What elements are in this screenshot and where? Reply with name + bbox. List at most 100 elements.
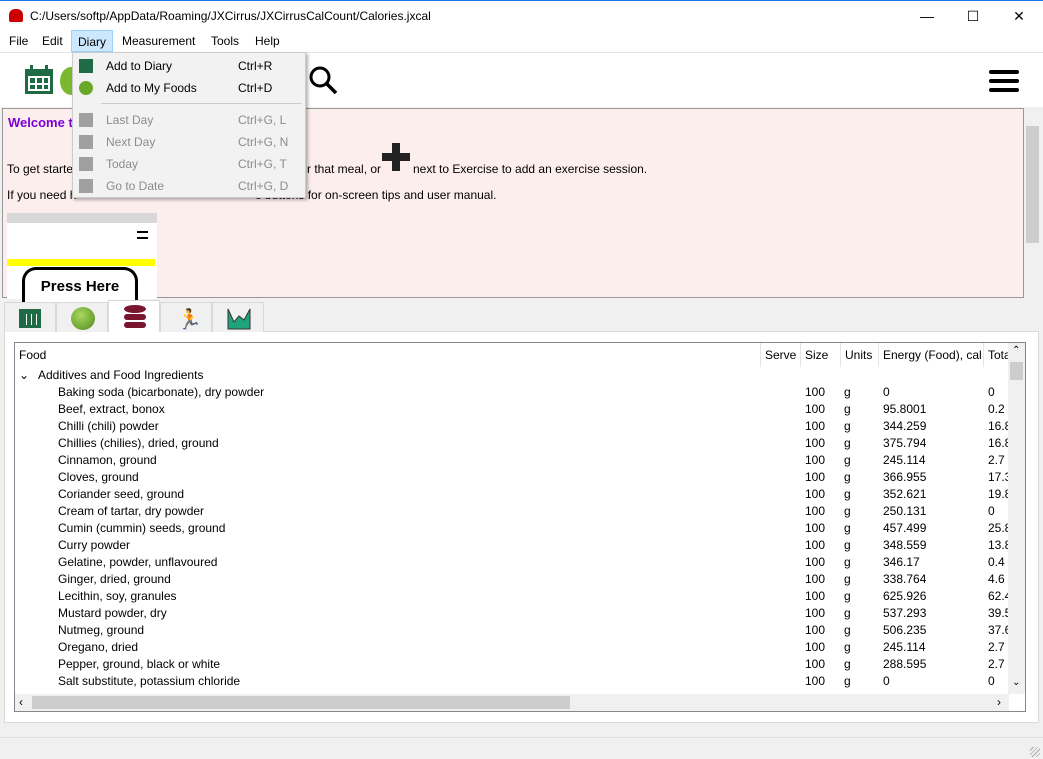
resize-grip-icon[interactable] bbox=[1030, 747, 1040, 757]
scroll-up-icon[interactable]: ⌃ bbox=[1012, 345, 1020, 356]
database-icon bbox=[124, 305, 146, 328]
cell-food-name: Salt substitute, potassium chloride bbox=[58, 674, 241, 688]
welcome-heading: Welcome t bbox=[8, 115, 73, 130]
app-icon bbox=[9, 9, 23, 22]
cell-energy: 344.259 bbox=[883, 419, 927, 433]
calendar-icon[interactable] bbox=[24, 65, 54, 95]
column-header-units[interactable]: Units bbox=[841, 343, 879, 367]
minimize-button[interactable]: — bbox=[904, 1, 950, 31]
calendar-icon bbox=[79, 157, 93, 171]
cell-energy: 0 bbox=[883, 385, 890, 399]
table-row[interactable]: Beef, extract, bonox 100 g 95.8001 0.2 bbox=[15, 401, 1009, 418]
tab-exercise[interactable]: 🏃 bbox=[160, 302, 212, 332]
column-header-serve[interactable]: Serve bbox=[761, 343, 801, 367]
tab-food-database[interactable] bbox=[108, 300, 160, 332]
cell-total: 0 bbox=[988, 385, 995, 399]
column-header-food[interactable]: Food bbox=[15, 343, 761, 367]
table-row[interactable]: Lecithin, soy, granules 100 g 625.926 62.4 bbox=[15, 588, 1011, 605]
cell-energy: 288.595 bbox=[883, 657, 927, 671]
cell-size: 100 bbox=[805, 674, 826, 688]
menu-help[interactable]: Help bbox=[249, 30, 286, 52]
table-row[interactable]: Pepper, ground, black or white 100 g 288.59… bbox=[15, 656, 1009, 673]
menu-item-last-day[interactable]: Last Day Ctrl+G, L bbox=[73, 109, 305, 131]
menu-item-next-day[interactable]: Next Day Ctrl+G, N bbox=[73, 131, 305, 153]
cell-size: 100 bbox=[805, 623, 826, 637]
scrollbar-thumb[interactable] bbox=[32, 696, 570, 709]
scroll-down-icon[interactable]: ⌄ bbox=[1012, 677, 1020, 688]
maximize-button[interactable]: ☐ bbox=[950, 1, 996, 31]
vertical-scrollbar[interactable]: ⌃ ⌄ bbox=[1008, 343, 1025, 694]
welcome-text: To get starte bbox=[7, 162, 74, 176]
cell-food-name: Nutmeg, ground bbox=[58, 623, 145, 637]
table-row[interactable]: Chillies (chilies), dried, ground 100 g 375… bbox=[15, 435, 1011, 452]
search-icon[interactable] bbox=[308, 65, 338, 95]
cell-units: g bbox=[844, 657, 851, 671]
column-header-size[interactable]: Size bbox=[801, 343, 841, 367]
menu-bar: File Edit Diary Measurement Tools Help bbox=[0, 30, 1043, 52]
table-row[interactable]: Cream of tartar, dry powder 100 g 250.131 0 bbox=[15, 503, 1009, 520]
table-row[interactable]: Curry powder 100 g 348.559 13.8 bbox=[15, 537, 1011, 554]
table-row[interactable]: Ginger, dried, ground 100 g 338.764 4.6 bbox=[15, 571, 1009, 588]
calendar-icon bbox=[79, 135, 93, 149]
cell-energy: 346.17 bbox=[883, 555, 920, 569]
table-row[interactable]: Nutmeg, ground 100 g 506.235 37.6 bbox=[15, 622, 1011, 639]
menu-item-go-to-date[interactable]: Go to Date Ctrl+G, D bbox=[73, 175, 305, 197]
cell-units: g bbox=[844, 470, 851, 484]
tab-my-foods[interactable] bbox=[56, 302, 108, 332]
cell-size: 100 bbox=[805, 606, 826, 620]
cell-size: 100 bbox=[805, 385, 826, 399]
apple-icon bbox=[71, 307, 95, 330]
calendar-icon bbox=[79, 59, 93, 73]
table-row[interactable]: Oregano, dried 100 g 245.114 2.7 bbox=[15, 639, 1009, 656]
welcome-scrollbar[interactable] bbox=[1024, 108, 1041, 298]
horizontal-scrollbar[interactable]: ‹ › bbox=[15, 694, 1009, 711]
scroll-right-icon[interactable]: › bbox=[997, 695, 1001, 709]
cell-total: 2.7 bbox=[988, 640, 1005, 654]
plus-icon bbox=[382, 143, 410, 171]
hamburger-menu-icon[interactable] bbox=[989, 70, 1019, 92]
table-row[interactable]: Baking soda (bicarbonate), dry powder 100… bbox=[15, 384, 1009, 401]
menu-item-add-to-my-foods[interactable]: Add to My Foods Ctrl+D bbox=[73, 77, 305, 99]
table-row[interactable]: Chilli (chili) powder 100 g 344.259 16.8 bbox=[15, 418, 1011, 435]
table-row[interactable]: Gelatine, powder, unflavoured 100 g 346.17 0… bbox=[15, 554, 1009, 571]
cell-energy: 250.131 bbox=[883, 504, 927, 518]
close-button[interactable]: ✕ bbox=[996, 1, 1042, 31]
cell-units: g bbox=[844, 674, 851, 688]
cell-size: 100 bbox=[805, 504, 826, 518]
table-row[interactable]: Coriander seed, ground 100 g 352.621 19.8 bbox=[15, 486, 1011, 503]
scroll-left-icon[interactable]: ‹ bbox=[19, 695, 23, 709]
cell-energy: 245.114 bbox=[883, 453, 926, 467]
tab-diary[interactable] bbox=[4, 302, 56, 332]
menu-diary[interactable]: Diary bbox=[71, 30, 114, 52]
chart-icon bbox=[227, 308, 251, 330]
cell-size: 100 bbox=[805, 402, 826, 416]
diary-dropdown-menu: Add to Diary Ctrl+R Add to My Foods Ctrl+D L… bbox=[72, 52, 306, 198]
table-row[interactable]: Mustard powder, dry 100 g 537.293 39.5 bbox=[15, 605, 1011, 622]
cell-energy: 457.499 bbox=[883, 521, 927, 535]
exercise-icon: 🏃 bbox=[177, 309, 202, 331]
menu-item-today[interactable]: Today Ctrl+G, T bbox=[73, 153, 305, 175]
menu-measurement[interactable]: Measurement bbox=[116, 30, 201, 52]
apple-icon bbox=[79, 81, 93, 95]
menu-item-add-to-diary[interactable]: Add to Diary Ctrl+R bbox=[73, 55, 305, 77]
cell-food-name: Pepper, ground, black or white bbox=[58, 657, 221, 671]
tip-image: Press Here bbox=[7, 213, 157, 307]
table-row[interactable]: Cloves, ground 100 g 366.955 17.3 bbox=[15, 469, 1011, 486]
menu-file[interactable]: File bbox=[3, 30, 34, 52]
chevron-down-icon[interactable]: ⌄ bbox=[19, 367, 29, 384]
group-label: Additives and Food Ingredients bbox=[38, 368, 204, 382]
menu-tools[interactable]: Tools bbox=[205, 30, 245, 52]
scrollbar-thumb[interactable] bbox=[1010, 362, 1023, 380]
cell-food-name: Cinnamon, ground bbox=[58, 453, 157, 467]
table-row[interactable]: Cumin (cummin) seeds, ground 100 g 457.499 2… bbox=[15, 520, 1011, 537]
table-row[interactable]: Salt substitute, potassium chloride 100 g 0… bbox=[15, 673, 1009, 690]
column-header-total[interactable]: Tota bbox=[984, 343, 1009, 367]
cell-units: g bbox=[844, 606, 851, 620]
tab-measurement-chart[interactable] bbox=[212, 302, 264, 332]
menu-edit[interactable]: Edit bbox=[36, 30, 69, 52]
cell-total: 0.2 bbox=[988, 402, 1005, 416]
cell-units: g bbox=[844, 436, 851, 450]
column-header-energy[interactable]: Energy (Food), cal bbox=[879, 343, 984, 367]
table-row[interactable]: Cinnamon, ground 100 g 245.114 2.7 bbox=[15, 452, 1009, 469]
group-row[interactable]: ⌄ Additives and Food Ingredients bbox=[15, 367, 1009, 384]
